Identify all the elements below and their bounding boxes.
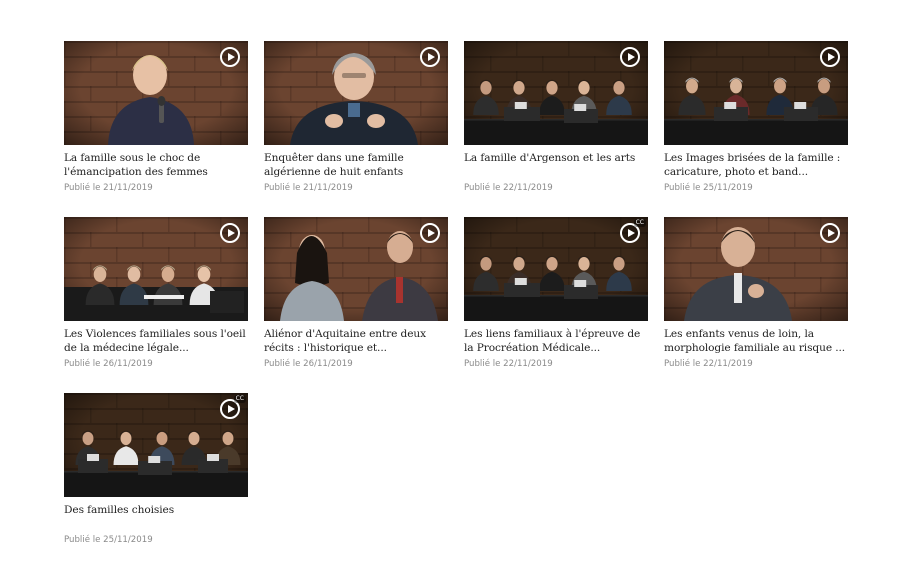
- video-title[interactable]: Les liens familiaux à l'épreuve de la Pr…: [464, 328, 648, 355]
- publish-date: Publié le 22/11/2019: [664, 359, 753, 369]
- video-thumbnail[interactable]: CC: [64, 393, 248, 497]
- video-thumbnail[interactable]: [64, 41, 248, 145]
- video-title[interactable]: Les Violences familiales sous l'oeil de …: [64, 328, 248, 355]
- play-circle-icon[interactable]: [820, 47, 840, 67]
- video-grid: La famille sous le choc de l'émancipatio…: [64, 41, 848, 569]
- video-thumbnail[interactable]: [664, 41, 848, 145]
- video-thumbnail[interactable]: [264, 217, 448, 321]
- play-circle-icon[interactable]: [820, 223, 840, 243]
- video-thumbnail[interactable]: [64, 217, 248, 321]
- publish-date: Publié le 22/11/2019: [464, 183, 553, 193]
- video-thumbnail[interactable]: [264, 41, 448, 145]
- publish-date: Publié le 25/11/2019: [64, 535, 153, 545]
- video-title[interactable]: Enquêter dans une famille algérienne de …: [264, 152, 448, 179]
- video-card[interactable]: CC Les liens familiaux à l'épreuve de la …: [464, 217, 648, 393]
- play-circle-icon[interactable]: [620, 47, 640, 67]
- video-card[interactable]: Les enfants venus de loin, la morphologi…: [664, 217, 848, 393]
- publish-date: Publié le 26/11/2019: [264, 359, 353, 369]
- video-title[interactable]: Les Images brisées de la famille : caric…: [664, 152, 848, 179]
- play-circle-icon[interactable]: [420, 223, 440, 243]
- video-title[interactable]: La famille d'Argenson et les arts: [464, 152, 648, 179]
- publish-date: Publié le 22/11/2019: [464, 359, 553, 369]
- video-card[interactable]: CC Des familles choisies Publié le 25/11/2…: [64, 393, 248, 569]
- video-title[interactable]: Les enfants venus de loin, la morphologi…: [664, 328, 848, 355]
- play-circle-icon[interactable]: [220, 223, 240, 243]
- publish-date: Publié le 21/11/2019: [64, 183, 153, 193]
- video-thumbnail[interactable]: [464, 41, 648, 145]
- video-card[interactable]: Les Images brisées de la famille : caric…: [664, 41, 848, 217]
- publish-date: Publié le 21/11/2019: [264, 183, 353, 193]
- video-title[interactable]: Aliénor d'Aquitaine entre deux récits : …: [264, 328, 448, 355]
- play-circle-icon[interactable]: [420, 47, 440, 67]
- publish-date: Publié le 25/11/2019: [664, 183, 753, 193]
- video-card[interactable]: La famille sous le choc de l'émancipatio…: [64, 41, 248, 217]
- video-card[interactable]: Enquêter dans une famille algérienne de …: [264, 41, 448, 217]
- video-card[interactable]: La famille d'Argenson et les arts Publié …: [464, 41, 648, 217]
- closed-captions-icon: CC: [633, 219, 646, 227]
- video-thumbnail[interactable]: [664, 217, 848, 321]
- video-title[interactable]: La famille sous le choc de l'émancipatio…: [64, 152, 248, 179]
- video-card[interactable]: Les Violences familiales sous l'oeil de …: [64, 217, 248, 393]
- closed-captions-icon: CC: [233, 395, 246, 403]
- video-card[interactable]: Aliénor d'Aquitaine entre deux récits : …: [264, 217, 448, 393]
- play-circle-icon[interactable]: [220, 47, 240, 67]
- video-title[interactable]: Des familles choisies: [64, 504, 248, 531]
- publish-date: Publié le 26/11/2019: [64, 359, 153, 369]
- video-thumbnail[interactable]: CC: [464, 217, 648, 321]
